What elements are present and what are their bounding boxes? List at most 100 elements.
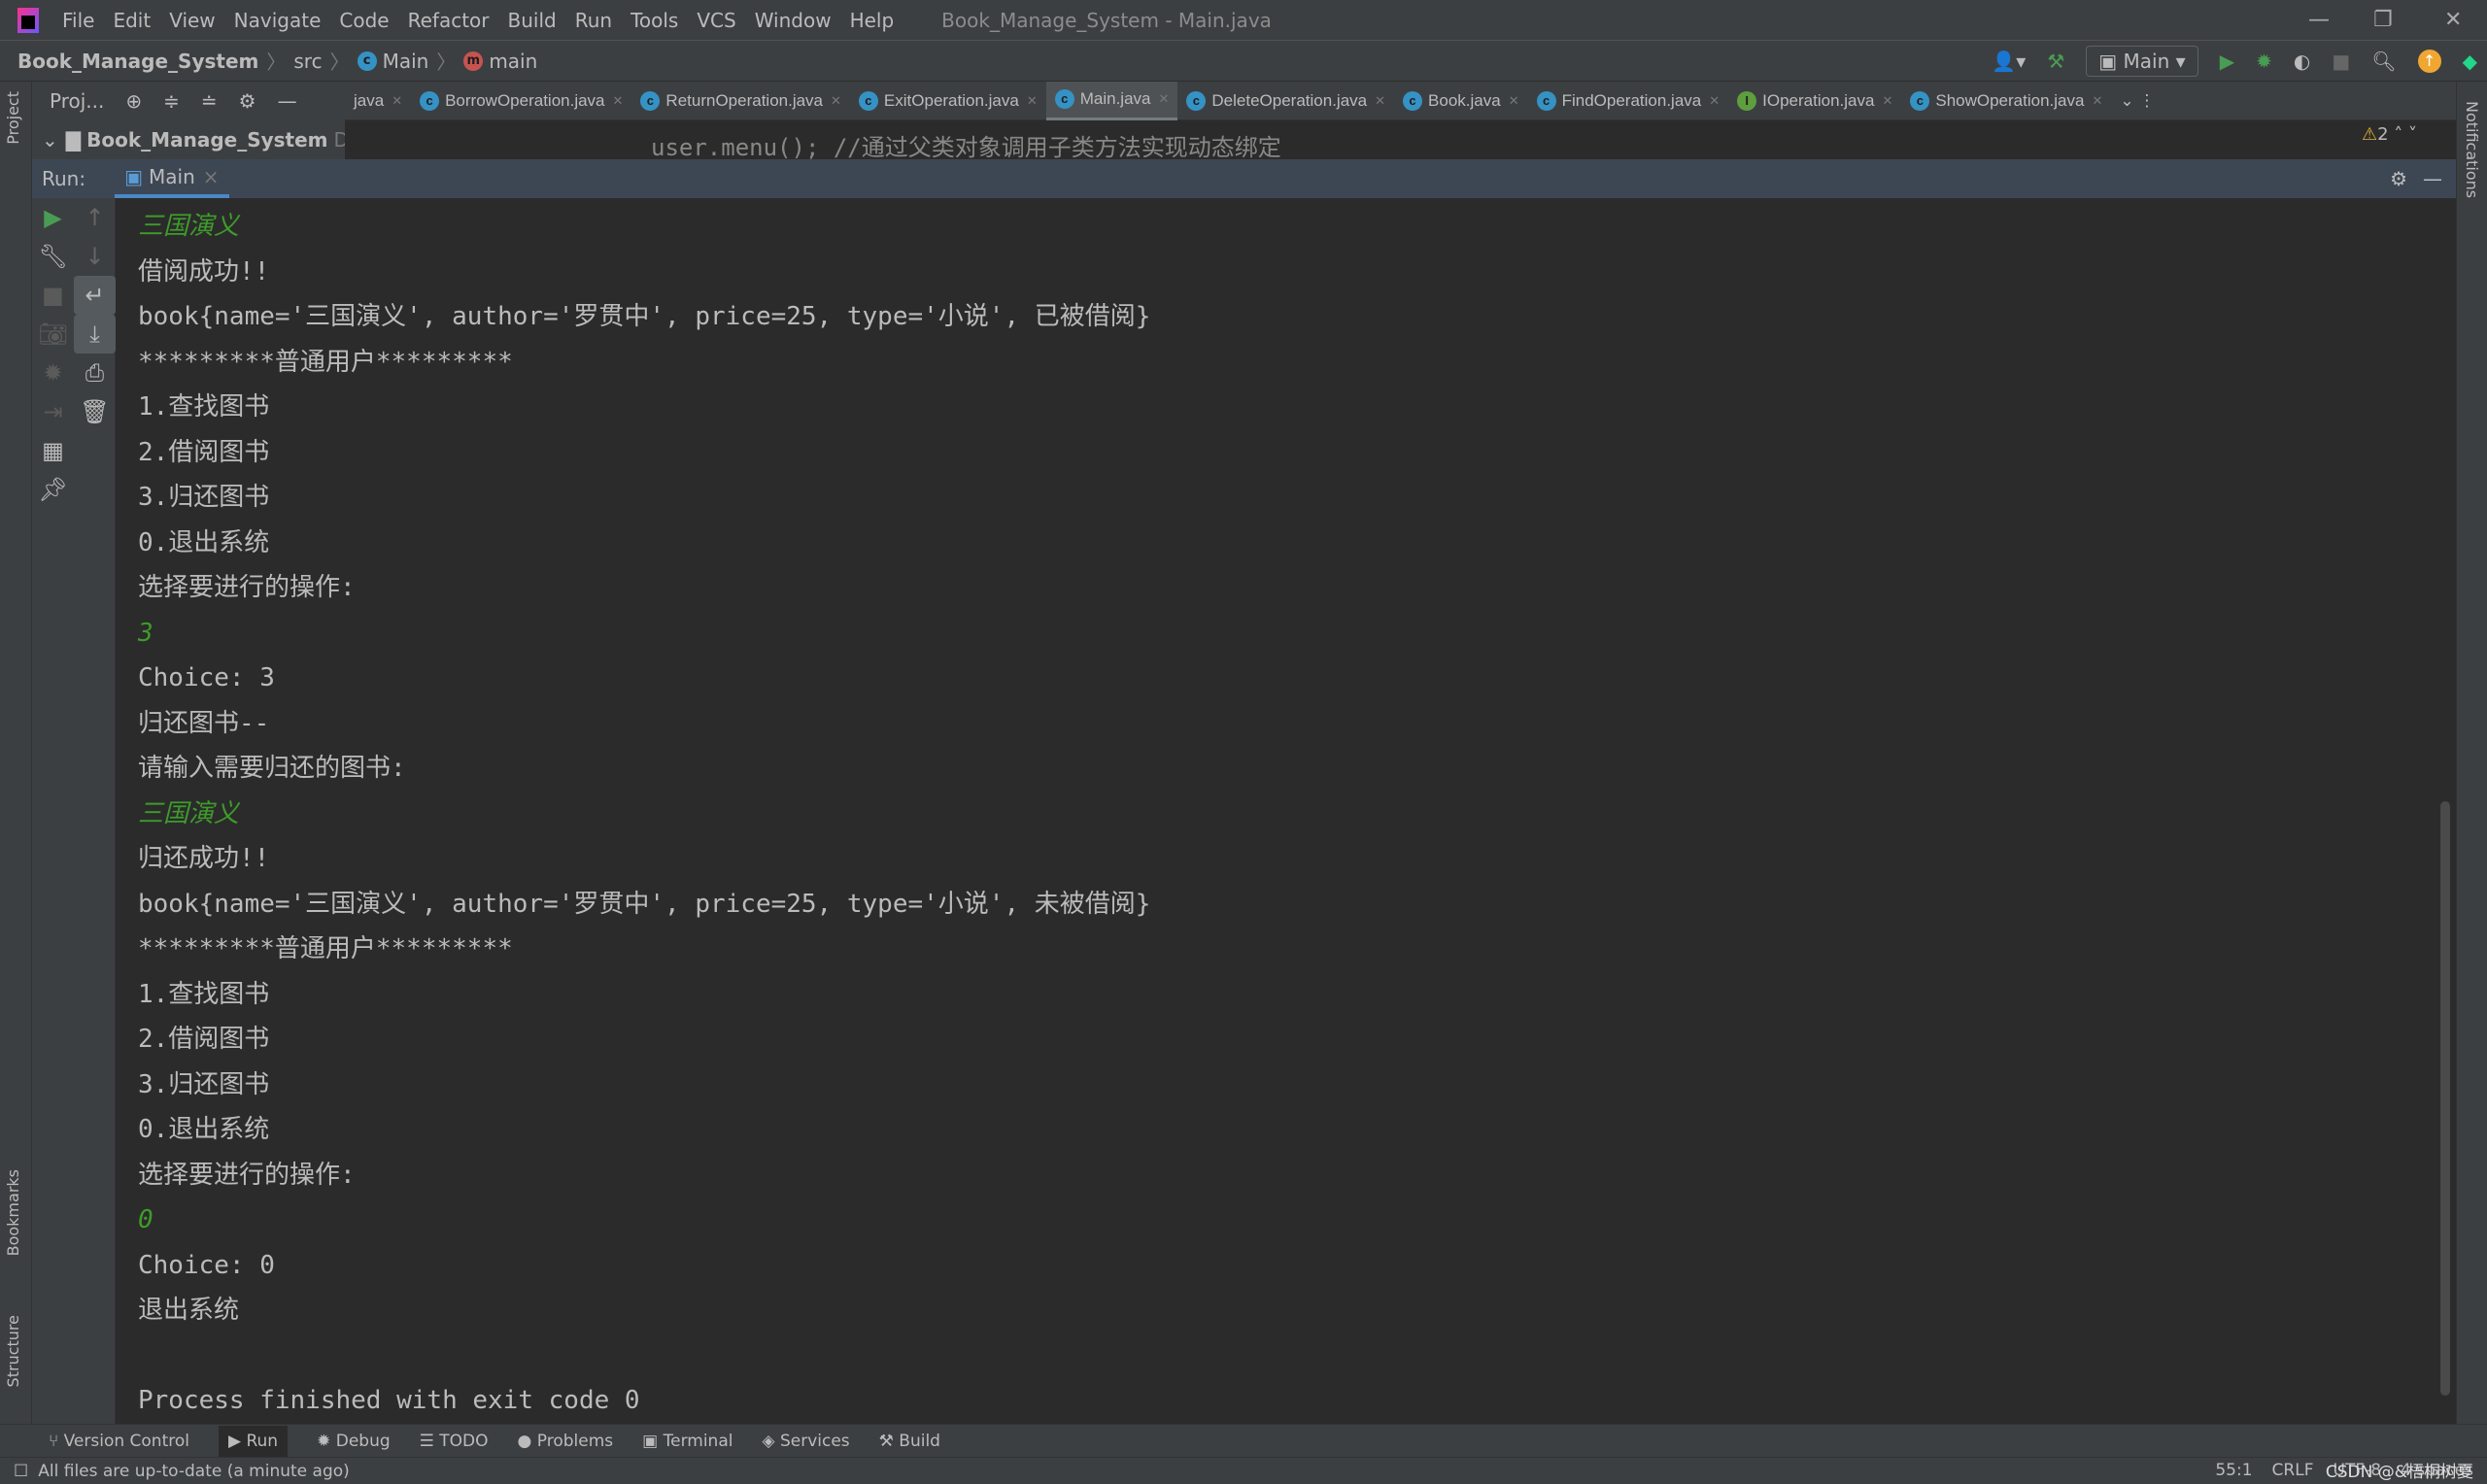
update-icon[interactable]: ↑ [2417,50,2441,73]
print-icon[interactable]: ⎙ [74,354,116,392]
build-hammer-icon[interactable]: ⚒ [2047,50,2064,73]
run-config-select[interactable]: ▣ Main ▾ [2086,46,2198,77]
breadcrumb-project[interactable]: Book_Manage_System [17,50,258,73]
restore-button[interactable]: ❐ [2373,8,2393,32]
tool-run[interactable]: ▶ Run [218,1425,289,1457]
warning-icon[interactable]: ⚠ [2362,124,2377,145]
close-tab-icon[interactable]: ✕ [831,93,841,109]
trash-icon[interactable]: 🗑︎ [74,392,116,431]
run-settings-icon[interactable]: ⚙ [2390,167,2407,190]
gear-icon[interactable]: ⚙ [239,89,256,113]
status-checkbox-icon[interactable]: ☐ [14,1462,28,1481]
wrench-icon[interactable]: 🔧︎ [32,237,74,276]
editor-tab[interactable]: c FindOperation.java ✕ [1528,82,1729,120]
editor-tab[interactable]: c Main.java ✕ [1045,81,1178,120]
rerun-icon[interactable]: ▶ [32,198,74,237]
pin-icon[interactable]: 📌︎ [32,470,74,509]
tool-build[interactable]: ⚒ Build [879,1432,940,1451]
tool-problems[interactable]: ● Problems [518,1432,614,1451]
tab-label: java [354,90,385,110]
console-line: Choice: 3 [138,663,275,692]
line-separator[interactable]: CRLF [2272,1461,2314,1480]
menu-view[interactable]: View [169,9,215,32]
menu-code[interactable]: Code [339,9,389,32]
caret-position[interactable]: 55:1 [2215,1461,2252,1480]
notifications-tool-button[interactable]: Notifications [2463,101,2481,198]
editor-tab[interactable]: c ReturnOperation.java ✕ [631,82,850,120]
expand-all-icon[interactable]: ≑ [163,89,180,113]
editor-tab[interactable]: c ShowOperation.java ✕ [1901,82,2111,120]
structure-tool-button[interactable]: Structure [4,1315,22,1387]
soft-wrap-icon[interactable]: ↵ [74,276,116,315]
breadcrumb-method[interactable]: main [489,50,537,73]
editor-tab[interactable]: c ExitOperation.java ✕ [850,82,1046,120]
editor-tab[interactable]: java ✕ [345,82,411,120]
console-output[interactable]: 三国演义 借阅成功!! book{name='三国演义', author='罗贯中'… [116,198,2443,1424]
breadcrumb-src[interactable]: src [293,50,322,73]
collapse-all-icon[interactable]: ≐ [201,89,218,113]
debug-icon[interactable]: ✹ [2256,50,2272,73]
close-tab-icon[interactable]: × [203,165,220,188]
close-tab-icon[interactable]: ✕ [392,93,402,109]
class-icon: c [1536,90,1556,111]
user-icon[interactable]: 👤▾ [1992,50,2026,73]
menu-vcs[interactable]: VCS [697,9,735,32]
tool-todo[interactable]: ☰ TODO [420,1432,489,1451]
down-arrow-icon[interactable]: ↓ [74,237,116,276]
project-tool-button[interactable]: Project [4,91,22,145]
editor-tab[interactable]: c Book.java ✕ [1394,82,1528,120]
exit-icon[interactable]: ⇥ [32,392,74,431]
stop-icon[interactable]: ■ [32,276,74,315]
tool-version-control[interactable]: ⑂ Version Control [49,1432,189,1451]
project-root-name: Book_Manage_System [86,128,328,152]
breadcrumb-class[interactable]: Main [383,50,429,73]
tool-terminal[interactable]: ▣ Terminal [642,1432,732,1451]
hide-run-icon[interactable]: — [2423,167,2442,190]
editor-tab[interactable]: I IOperation.java ✕ [1728,82,1901,120]
run-icon[interactable]: ▶ [2220,50,2234,73]
scroll-to-end-icon[interactable]: ⤓ [74,315,116,354]
close-tab-icon[interactable]: ✕ [613,93,624,109]
tool-icon: ⚒ [878,1431,894,1451]
menu-refactor[interactable]: Refactor [408,9,490,32]
close-tab-icon[interactable]: ✕ [1159,91,1170,107]
stop-icon[interactable]: ■ [2332,50,2350,73]
hide-icon[interactable]: — [278,89,297,113]
close-button[interactable]: ✕ [2444,8,2462,32]
menu-help[interactable]: Help [850,9,895,32]
minimize-button[interactable]: — [2308,8,2330,32]
menu-navigate[interactable]: Navigate [234,9,322,32]
run-tab-main[interactable]: ▣ Main × [115,159,229,198]
coverage-icon[interactable]: ◐ [2294,50,2310,73]
jetbrains-toolbox-icon[interactable]: ◆ [2463,50,2477,73]
tool-debug[interactable]: ✹ Debug [317,1432,391,1451]
layout-icon[interactable]: ▦ [32,431,74,470]
warning-count[interactable]: 2 [2377,124,2388,145]
console-scrollbar[interactable] [2440,801,2450,1396]
tabs-overflow-icon[interactable]: ⌄ ⋮ [2111,82,2163,120]
run-label: Run: [42,167,86,190]
search-icon[interactable]: 🔍︎ [2371,50,2396,73]
project-tree-root[interactable]: ⌄▇ Book_Manage_System D:\Pr [32,120,381,159]
close-tab-icon[interactable]: ✕ [1509,93,1519,109]
menu-edit[interactable]: Edit [113,9,151,32]
close-tab-icon[interactable]: ✕ [2092,93,2102,109]
menu-window[interactable]: Window [755,9,832,32]
debug-export-icon[interactable]: ✹ [32,354,74,392]
menu-build[interactable]: Build [508,9,557,32]
up-arrow-icon[interactable]: ↑ [74,198,116,237]
camera-icon[interactable]: 📷︎ [32,315,74,354]
project-panel-title[interactable]: Proj... [50,89,104,113]
tool-services[interactable]: ◈ Services [762,1432,849,1451]
bookmarks-tool-button[interactable]: Bookmarks [4,1169,22,1256]
editor-tab[interactable]: c BorrowOperation.java ✕ [411,82,631,120]
editor-tab[interactable]: c DeleteOperation.java ✕ [1177,82,1394,120]
locate-icon[interactable]: ⊕ [125,89,142,113]
close-tab-icon[interactable]: ✕ [1709,93,1720,109]
close-tab-icon[interactable]: ✕ [1375,93,1385,109]
menu-file[interactable]: File [62,9,94,32]
menu-run[interactable]: Run [575,9,612,32]
close-tab-icon[interactable]: ✕ [1027,93,1038,109]
close-tab-icon[interactable]: ✕ [1882,93,1892,109]
menu-tools[interactable]: Tools [630,9,678,32]
